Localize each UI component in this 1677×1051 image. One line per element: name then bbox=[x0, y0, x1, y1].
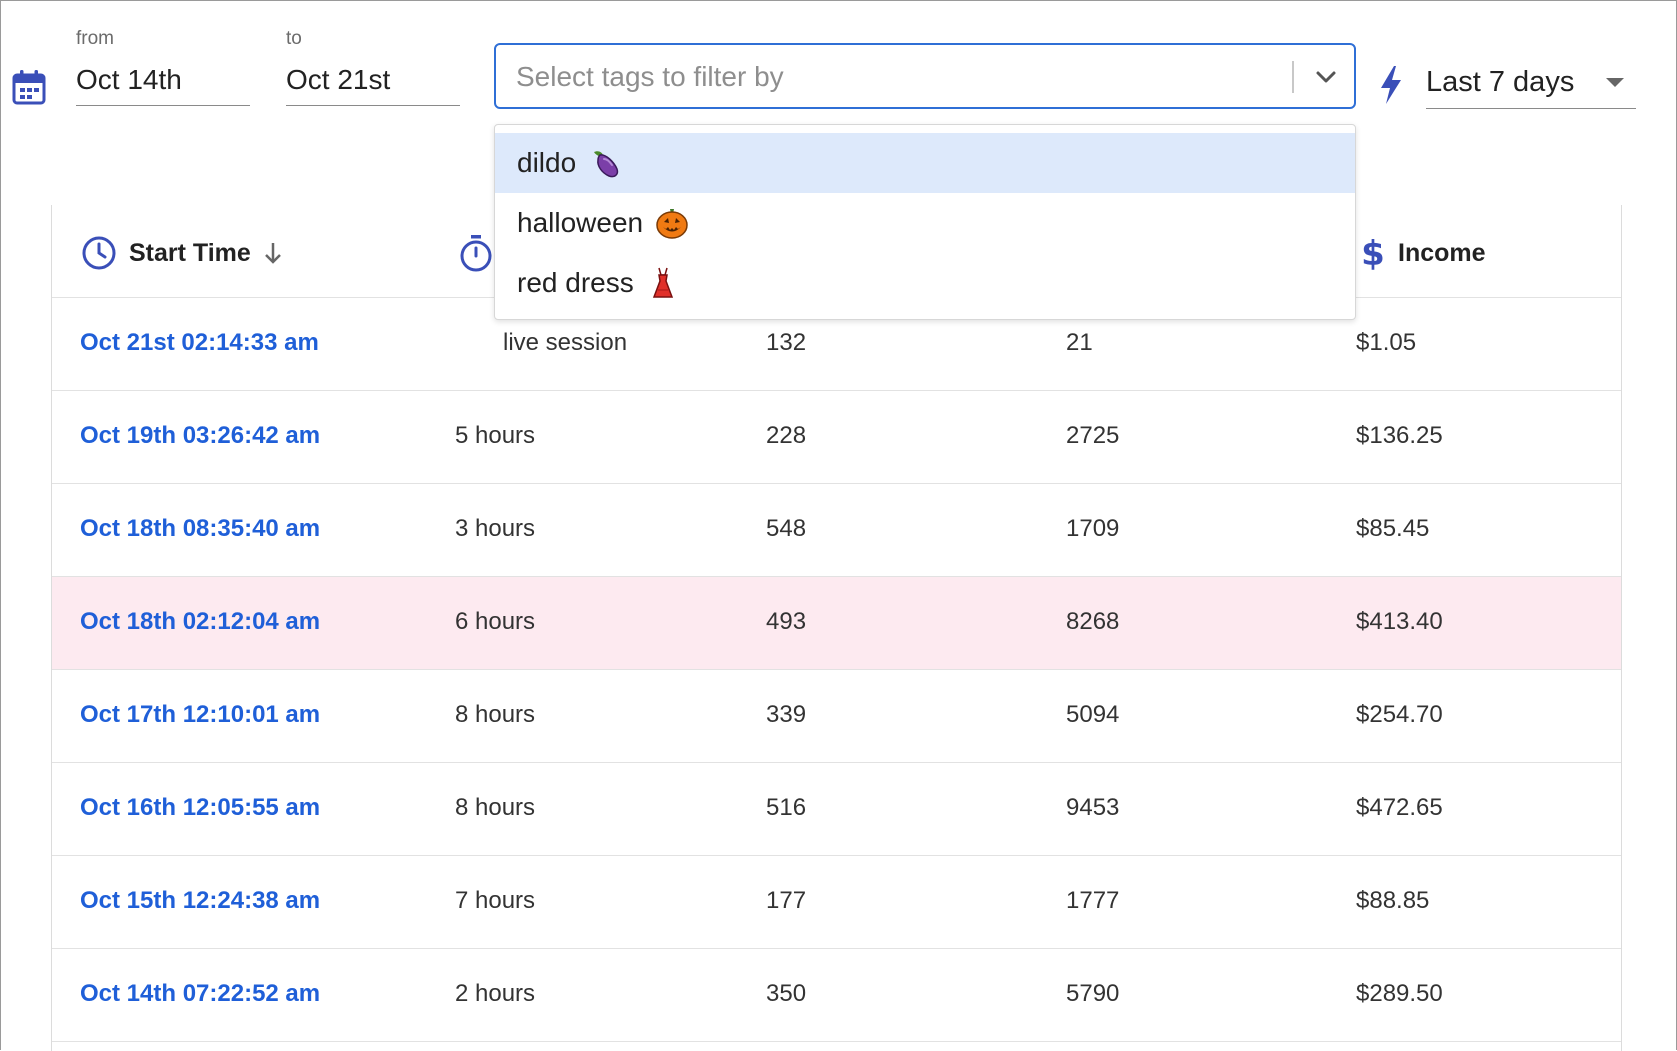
duration-cell: live session bbox=[503, 329, 628, 356]
table-cell: 132 bbox=[766, 329, 807, 356]
header-income-label: Income bbox=[1398, 238, 1486, 267]
eggplant-emoji-icon bbox=[594, 151, 619, 178]
from-date-value[interactable]: Oct 14th bbox=[76, 64, 250, 106]
table-cell: 339 bbox=[766, 701, 807, 728]
table-cell: 516 bbox=[766, 794, 807, 821]
income-cell: $413.40 bbox=[1356, 608, 1443, 635]
tag-option-halloween[interactable]: halloween bbox=[495, 193, 1355, 253]
duration-cell: 8 hours bbox=[455, 794, 536, 821]
table-cell: 9453 bbox=[1066, 794, 1120, 821]
tag-option-label: dildo bbox=[517, 147, 577, 178]
table-cell: 2725 bbox=[1066, 422, 1120, 449]
header-start-time[interactable]: Start Time bbox=[81, 233, 285, 273]
duration-cell: 8 hours bbox=[455, 701, 536, 728]
start-time-link[interactable]: Oct 17th 12:10:01 am bbox=[80, 701, 320, 729]
jack-o-lantern-emoji-icon bbox=[656, 209, 688, 239]
table-row[interactable]: Oct 19th 03:26:42 am 5 hours 228 2725 $1… bbox=[52, 391, 1621, 484]
table-cell: 21 bbox=[1066, 329, 1093, 356]
clock-icon bbox=[82, 236, 116, 270]
caret-down-icon bbox=[1606, 78, 1624, 87]
dollar-icon: $ bbox=[1361, 234, 1385, 272]
header-start-time-label: Start Time bbox=[129, 238, 251, 267]
start-time-link[interactable]: Oct 15th 12:24:38 am bbox=[80, 887, 320, 915]
start-time-link[interactable]: Oct 14th 07:22:52 am bbox=[80, 980, 320, 1008]
table-row-highlighted[interactable]: Oct 18th 02:12:04 am 6 hours 493 8268 $4… bbox=[52, 577, 1621, 670]
sort-arrow-down-icon[interactable] bbox=[261, 240, 285, 266]
table-row[interactable]: Oct 18th 08:35:40 am 3 hours 548 1709 $8… bbox=[52, 484, 1621, 577]
duration-cell: 3 hours bbox=[455, 515, 536, 542]
duration-cell: 5 hours bbox=[455, 422, 536, 449]
table-cell: 8268 bbox=[1066, 608, 1120, 635]
tag-option-dildo[interactable]: dildo bbox=[495, 133, 1355, 193]
income-cell: $254.70 bbox=[1356, 701, 1443, 728]
table-row[interactable]: Oct 14th 07:22:52 am 2 hours 350 5790 $2… bbox=[52, 949, 1621, 1042]
income-cell: $136.25 bbox=[1356, 422, 1443, 449]
income-cell: $88.85 bbox=[1356, 887, 1430, 914]
income-cell: $1.05 bbox=[1356, 329, 1417, 356]
income-cell: $85.45 bbox=[1356, 515, 1430, 542]
to-label: to bbox=[286, 28, 302, 49]
tag-filter-select[interactable] bbox=[494, 43, 1356, 109]
duration-cell: 2 hours bbox=[455, 980, 536, 1007]
start-time-link[interactable]: Oct 18th 08:35:40 am bbox=[80, 515, 320, 543]
table-cell: 177 bbox=[766, 887, 807, 914]
duration-cell: 7 hours bbox=[455, 887, 536, 914]
tag-option-red-dress[interactable]: red dress bbox=[495, 253, 1355, 313]
duration-cell: 6 hours bbox=[455, 608, 536, 635]
to-date-field[interactable]: to Oct 21st bbox=[286, 28, 460, 106]
header-income[interactable]: $ Income bbox=[1360, 233, 1486, 273]
lightning-icon bbox=[1381, 66, 1401, 104]
tag-options-menu: dildo halloween red dress bbox=[494, 124, 1356, 320]
stopwatch-icon bbox=[460, 235, 492, 272]
start-time-link[interactable]: Oct 19th 03:26:42 am bbox=[80, 422, 320, 450]
table-cell: 1709 bbox=[1066, 515, 1120, 542]
table-cell: 350 bbox=[766, 980, 807, 1007]
tag-option-label: halloween bbox=[517, 207, 644, 238]
time-range-value: Last 7 days bbox=[1426, 66, 1575, 98]
start-time-link[interactable]: Oct 18th 02:12:04 am bbox=[80, 608, 320, 636]
from-date-field[interactable]: from Oct 14th bbox=[76, 28, 250, 106]
table-cell: 228 bbox=[766, 422, 807, 449]
income-cell: $472.65 bbox=[1356, 794, 1443, 821]
table-cell: 493 bbox=[766, 608, 807, 635]
chevron-down-icon[interactable] bbox=[1311, 63, 1341, 91]
sessions-table: Start Time $ Income Oct 21st 02:14:33 am… bbox=[51, 205, 1622, 1051]
table-cell: 1777 bbox=[1066, 887, 1120, 914]
start-time-link[interactable]: Oct 21st 02:14:33 am bbox=[80, 329, 319, 357]
svg-text:$: $ bbox=[1361, 234, 1385, 272]
from-label: from bbox=[76, 28, 114, 49]
select-separator bbox=[1292, 61, 1294, 93]
table-cell: 5094 bbox=[1066, 701, 1120, 728]
table-cell: 548 bbox=[766, 515, 807, 542]
income-cell: $289.50 bbox=[1356, 980, 1443, 1007]
tag-filter-input[interactable] bbox=[514, 57, 1298, 97]
tag-option-label: red dress bbox=[517, 267, 634, 298]
table-row[interactable]: Oct 17th 12:10:01 am 8 hours 339 5094 $2… bbox=[52, 670, 1621, 763]
table-cell: 5790 bbox=[1066, 980, 1120, 1007]
calendar-icon[interactable] bbox=[12, 69, 46, 105]
table-row[interactable]: Oct 15th 12:24:38 am 7 hours 177 1777 $8… bbox=[52, 856, 1621, 949]
start-time-link[interactable]: Oct 16th 12:05:55 am bbox=[80, 794, 320, 822]
to-date-value[interactable]: Oct 21st bbox=[286, 64, 460, 106]
dress-emoji-icon bbox=[652, 267, 673, 298]
time-range-select[interactable]: Last 7 days bbox=[1426, 62, 1636, 109]
table-row[interactable]: Oct 16th 12:05:55 am 8 hours 516 9453 $4… bbox=[52, 763, 1621, 856]
